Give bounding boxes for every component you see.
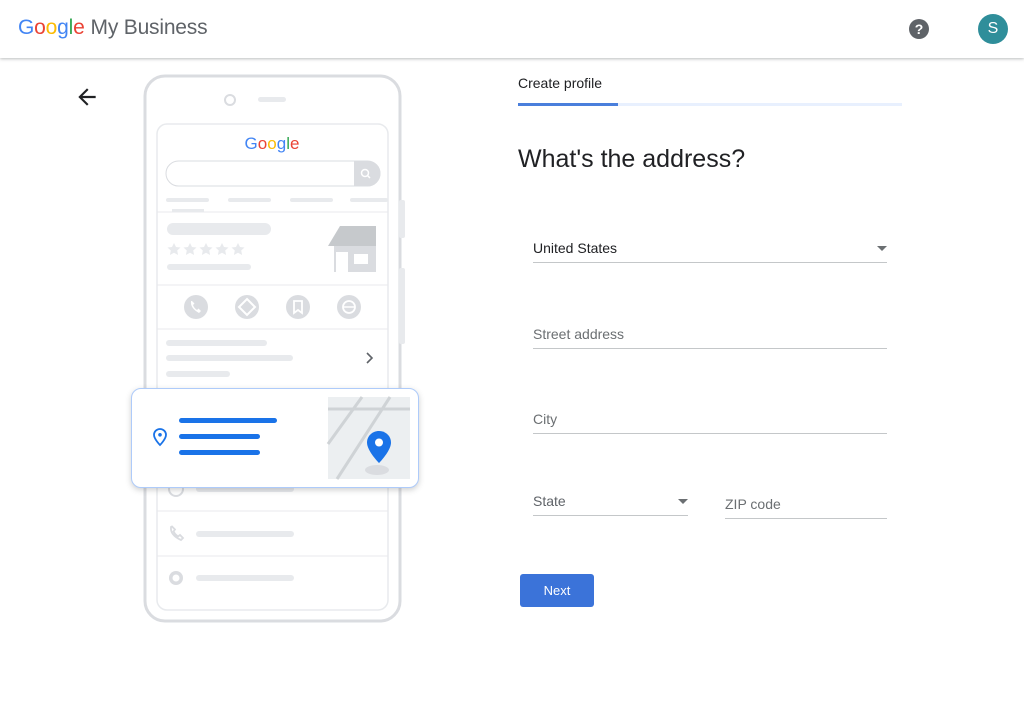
product-name: My Business [90,16,208,39]
city-field[interactable] [533,407,887,434]
logo-letter: G [18,16,35,39]
zip-code-field[interactable] [725,492,887,519]
dropdown-arrow-icon [678,499,688,504]
country-select-value: United States [533,240,618,256]
next-button[interactable]: Next [520,574,594,607]
street-address-field[interactable] [533,322,887,349]
logo-letter: o [34,16,46,39]
top-app-bar: Google My Business ? S [0,0,1024,58]
account-avatar[interactable]: S [978,14,1008,44]
street-address-input[interactable] [533,322,887,346]
address-preview-card [131,388,419,488]
globe-icon [337,295,361,319]
directions-icon [235,295,259,319]
logo-letter: g [57,16,69,39]
country-select[interactable]: United States [533,236,887,263]
logo-letter: e [73,16,85,39]
location-pin-icon [153,428,167,447]
illustration-google-wordmark: Google [245,134,300,153]
phone-icon [184,295,208,319]
page-heading: What's the address? [518,145,746,173]
bookmark-icon [286,295,310,319]
dropdown-arrow-icon [877,246,887,251]
help-icon[interactable]: ? [909,19,929,39]
globe-row-icon [169,571,183,585]
state-select[interactable]: State [533,489,688,516]
zip-code-input[interactable] [725,492,887,516]
step-label: Create profile [518,75,603,91]
phone-illustration: Google [143,74,405,623]
progress-bar [518,103,902,106]
progress-bar-fill [518,103,618,106]
state-select-value: State [533,493,566,509]
city-input[interactable] [533,407,887,431]
logo-letter: o [45,16,58,39]
google-my-business-logo[interactable]: Google My Business [18,16,208,40]
speaker-grille [258,97,286,102]
